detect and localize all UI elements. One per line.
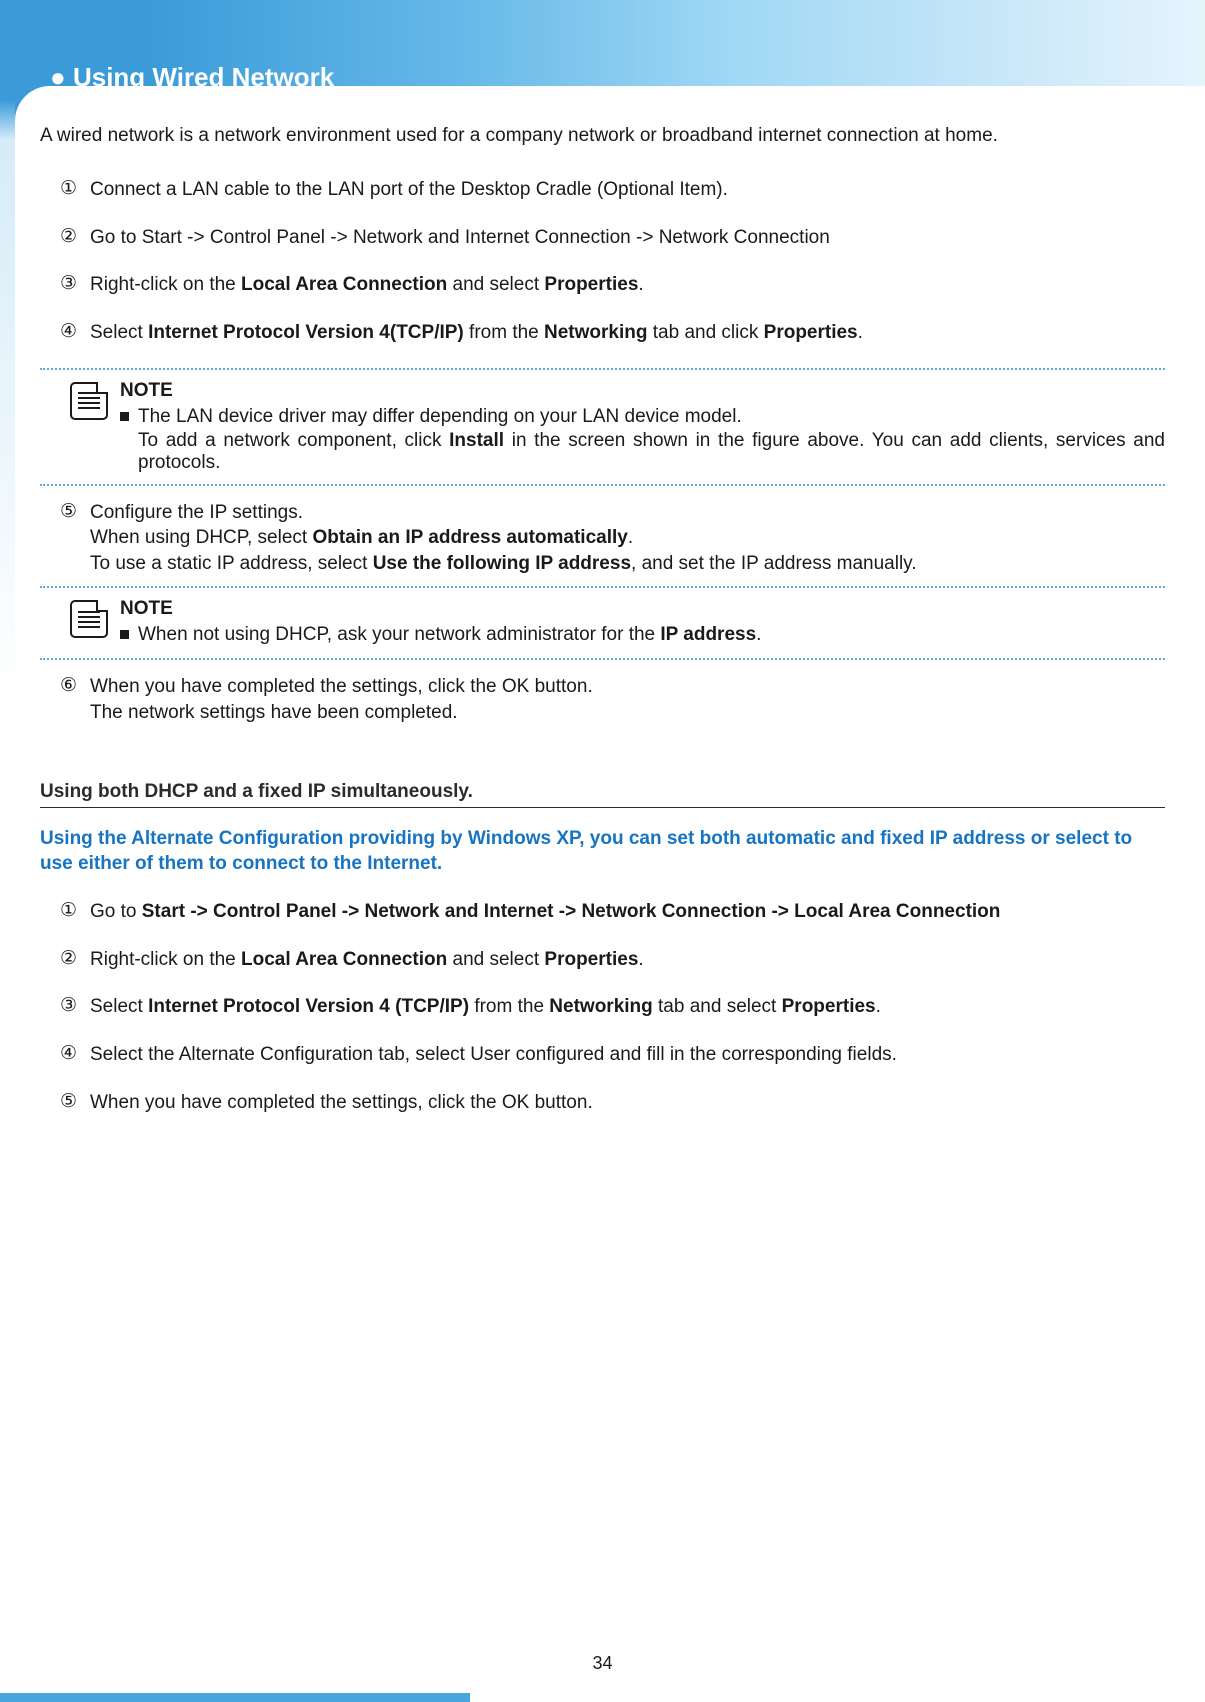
- step-body: Select Internet Protocol Version 4(TCP/I…: [90, 320, 1165, 346]
- steps-list-contd: ⑤ Configure the IP settings. When using …: [40, 500, 1165, 577]
- sec2-step-1: ① Go to Start -> Control Panel -> Networ…: [60, 899, 1165, 925]
- step-marker: ②: [60, 947, 77, 970]
- note-subtext: To add a network component, click Instal…: [120, 430, 1165, 474]
- step-body: Select the Alternate Configuration tab, …: [90, 1042, 1165, 1068]
- steps-list-contd2: ⑥ When you have completed the settings, …: [40, 674, 1165, 725]
- page-number: 34: [0, 1653, 1205, 1674]
- step-3: ③ Right-click on the Local Area Connecti…: [60, 272, 1165, 298]
- subsection-intro: Using the Alternate Configuration provid…: [40, 826, 1165, 877]
- step-marker: ①: [60, 899, 77, 922]
- square-bullet-icon: [120, 412, 129, 421]
- step-1: ① Connect a LAN cable to the LAN port of…: [60, 177, 1165, 203]
- step-2: ② Go to Start -> Control Panel -> Networ…: [60, 225, 1165, 251]
- step-body: When you have completed the settings, cl…: [90, 1090, 1165, 1116]
- step-marker: ①: [60, 177, 77, 200]
- note-box-1: NOTE The LAN device driver may differ de…: [40, 368, 1165, 486]
- step-marker: ⑤: [60, 1090, 77, 1113]
- note-label: NOTE: [120, 380, 1165, 402]
- step-body: Go to Start -> Control Panel -> Network …: [90, 225, 1165, 251]
- sec2-step-4: ④ Select the Alternate Configuration tab…: [60, 1042, 1165, 1068]
- square-bullet-icon: [120, 630, 129, 639]
- step-marker: ⑥: [60, 674, 77, 697]
- step-marker: ③: [60, 272, 77, 295]
- step-marker: ④: [60, 320, 77, 343]
- intro-paragraph: A wired network is a network environment…: [40, 125, 1165, 147]
- header-band: ● Using Wired Network: [0, 0, 1205, 140]
- step-6: ⑥ When you have completed the settings, …: [60, 674, 1165, 725]
- step-body: Select Internet Protocol Version 4 (TCP/…: [90, 994, 1165, 1020]
- note-label: NOTE: [120, 598, 1165, 620]
- note-bullet: The LAN device driver may differ dependi…: [120, 406, 1165, 428]
- step-body: When you have completed the settings, cl…: [90, 674, 1165, 725]
- subsection-heading: Using both DHCP and a fixed IP simultane…: [40, 781, 1165, 808]
- section-dhcp-fixed: Using both DHCP and a fixed IP simultane…: [40, 781, 1165, 1115]
- sec2-step-5: ⑤ When you have completed the settings, …: [60, 1090, 1165, 1116]
- note-icon: [70, 382, 108, 420]
- step-5: ⑤ Configure the IP settings. When using …: [60, 500, 1165, 577]
- page-content: A wired network is a network environment…: [0, 125, 1205, 1115]
- note-icon: [70, 600, 108, 638]
- step-body: Go to Start -> Control Panel -> Network …: [90, 899, 1165, 925]
- sec2-step-3: ③ Select Internet Protocol Version 4 (TC…: [60, 994, 1165, 1020]
- note-body: NOTE When not using DHCP, ask your netwo…: [120, 598, 1165, 648]
- note-body: NOTE The LAN device driver may differ de…: [120, 380, 1165, 474]
- step-marker: ④: [60, 1042, 77, 1065]
- step-marker: ⑤: [60, 500, 77, 523]
- steps-list-2: ① Go to Start -> Control Panel -> Networ…: [40, 899, 1165, 1115]
- step-body: Configure the IP settings. When using DH…: [90, 500, 1165, 577]
- note-bullet: When not using DHCP, ask your network ad…: [120, 624, 1165, 646]
- bottom-accent-bar: [0, 1693, 470, 1702]
- note-box-2: NOTE When not using DHCP, ask your netwo…: [40, 586, 1165, 660]
- step-body: Right-click on the Local Area Connection…: [90, 947, 1165, 973]
- sec2-step-2: ② Right-click on the Local Area Connecti…: [60, 947, 1165, 973]
- step-marker: ③: [60, 994, 77, 1017]
- step-body: Right-click on the Local Area Connection…: [90, 272, 1165, 298]
- steps-list: ① Connect a LAN cable to the LAN port of…: [40, 177, 1165, 346]
- step-4: ④ Select Internet Protocol Version 4(TCP…: [60, 320, 1165, 346]
- step-marker: ②: [60, 225, 77, 248]
- step-body: Connect a LAN cable to the LAN port of t…: [90, 177, 1165, 203]
